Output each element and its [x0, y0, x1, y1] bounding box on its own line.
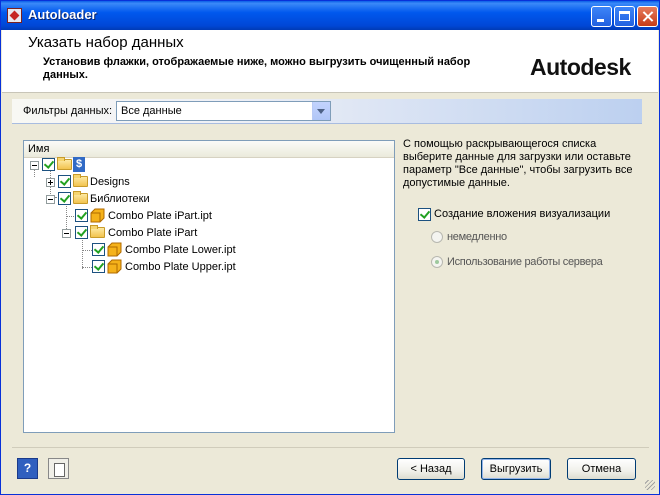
data-tree: Имя $ Designs Библиотеки Combo Plate iPa… — [23, 140, 395, 433]
chevron-down-icon[interactable] — [312, 102, 330, 120]
checkbox-box[interactable] — [418, 208, 431, 221]
tree-node-ipart-folder[interactable]: Combo Plate iPart — [24, 225, 254, 241]
node-label: Combo Plate iPart — [108, 227, 198, 239]
maximize-button[interactable] — [614, 6, 635, 27]
node-label: Combo Plate iPart.ipt — [108, 210, 212, 222]
node-checkbox[interactable] — [58, 175, 71, 188]
filter-selected-value: Все данные — [121, 105, 182, 117]
collapse-icon[interactable] — [62, 229, 71, 238]
close-button[interactable] — [637, 6, 658, 27]
tree-node-libraries[interactable]: Библиотеки — [24, 191, 184, 207]
node-checkbox[interactable] — [75, 209, 88, 222]
help-icon[interactable]: ? — [17, 458, 38, 479]
node-label: Библиотеки — [90, 193, 150, 205]
page-description: Установив флажки, отображаемые ниже, мож… — [43, 56, 471, 81]
expand-icon[interactable] — [46, 178, 55, 187]
radio-server-label[interactable]: Использование работы сервера — [447, 256, 603, 268]
tree-node-lower-ipt[interactable]: Combo Plate Lower.ipt — [24, 242, 264, 258]
footer-separator — [12, 447, 649, 448]
open-folder-icon — [73, 191, 88, 204]
options-hint: С помощью раскрывающегося списка выберит… — [403, 138, 633, 189]
tree-node-root[interactable]: $ — [24, 157, 104, 173]
cancel-button[interactable]: Отмена — [567, 458, 636, 480]
node-checkbox[interactable] — [92, 243, 105, 256]
wizard-header: Указать набор данных Установив флажки, о… — [2, 30, 658, 93]
back-button[interactable]: < Назад — [397, 458, 465, 480]
node-checkbox[interactable] — [42, 158, 55, 171]
node-label: Combo Plate Upper.ipt — [125, 261, 236, 273]
window-title: Autoloader — [28, 7, 97, 22]
open-folder-icon — [90, 225, 105, 238]
column-name-label: Имя — [28, 143, 50, 155]
title-bar[interactable]: Autoloader — [1, 1, 659, 30]
collapse-icon[interactable] — [30, 161, 39, 170]
autoloader-window: Autoloader Указать набор данных Установи… — [0, 0, 660, 495]
tree-node-ipart-ipt[interactable]: Combo Plate iPart.ipt — [24, 208, 254, 224]
page-title: Указать набор данных — [28, 34, 184, 51]
folder-icon — [73, 174, 88, 187]
open-folder-icon — [57, 157, 72, 170]
data-filter-dropdown[interactable]: Все данные — [116, 101, 331, 121]
create-attachment-label[interactable]: Создание вложения визуализации — [434, 208, 610, 220]
node-label: Combo Plate Lower.ipt — [125, 244, 236, 256]
resize-grip[interactable] — [645, 480, 655, 490]
node-label: $ — [73, 157, 85, 172]
part-file-icon — [107, 259, 122, 274]
node-checkbox[interactable] — [58, 192, 71, 205]
radio-immediately-label[interactable]: немедленно — [447, 231, 507, 243]
autodesk-logo: Autodesk — [530, 54, 631, 80]
radio-server[interactable] — [431, 256, 443, 268]
clipboard-icon[interactable] — [48, 458, 69, 479]
tree-node-upper-ipt[interactable]: Combo Plate Upper.ipt — [24, 259, 264, 275]
node-checkbox[interactable] — [92, 260, 105, 273]
data-filter-bar: Фильтры данных: Все данные — [12, 99, 642, 124]
collapse-icon[interactable] — [46, 195, 55, 204]
app-icon — [7, 8, 22, 23]
part-file-icon — [107, 242, 122, 257]
minimize-button[interactable] — [591, 6, 612, 27]
part-file-icon — [90, 208, 105, 223]
export-button[interactable]: Выгрузить — [481, 458, 551, 480]
filter-label: Фильтры данных: — [23, 105, 113, 117]
tree-column-header[interactable]: Имя — [24, 141, 394, 158]
node-label: Designs — [90, 176, 130, 188]
radio-immediately[interactable] — [431, 231, 443, 243]
tree-node-designs[interactable]: Designs — [24, 174, 164, 190]
node-checkbox[interactable] — [75, 226, 88, 239]
